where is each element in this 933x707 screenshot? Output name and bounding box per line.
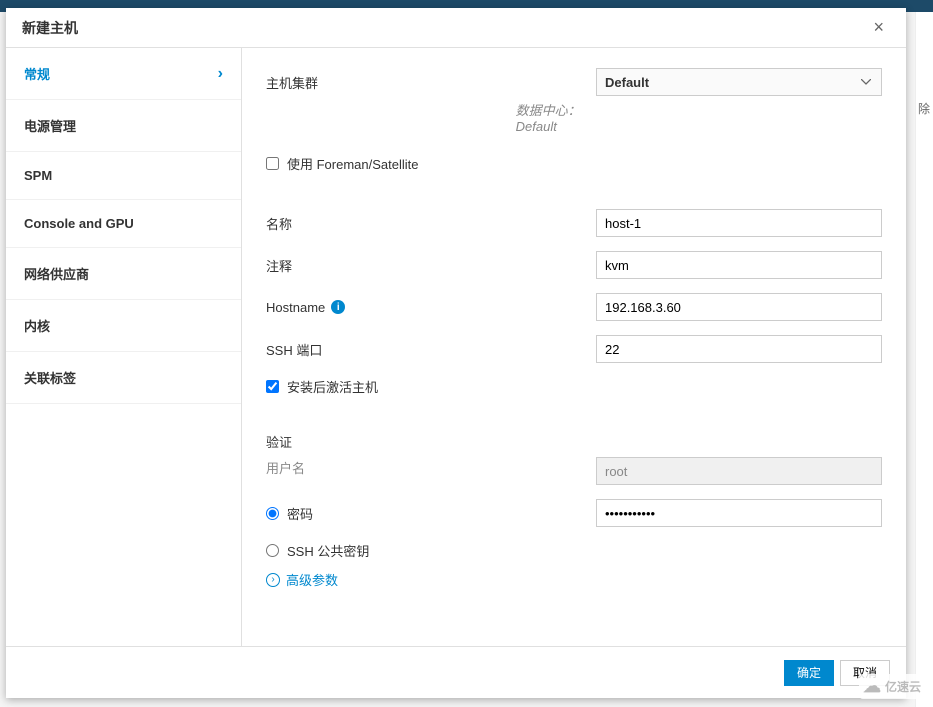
ssh-port-input[interactable] (596, 335, 882, 363)
row-ssh-port: SSH 端口 (266, 335, 882, 363)
comment-label: 注释 (266, 256, 596, 275)
sidebar-item-label: 常规 (24, 64, 50, 83)
auth-title: 验证 (266, 432, 882, 451)
password-radio-label[interactable]: 密码 (287, 504, 313, 523)
info-icon[interactable]: i (331, 300, 345, 314)
name-input[interactable] (596, 209, 882, 237)
username-label: 用户名 (266, 458, 596, 477)
activate-checkbox[interactable] (266, 380, 279, 393)
row-password: 密码 (266, 499, 882, 527)
password-radio[interactable] (266, 507, 279, 520)
background-strip: 除 (915, 12, 933, 707)
row-name: 名称 (266, 209, 882, 237)
sshkey-radio[interactable] (266, 544, 279, 557)
sidebar-item-tags[interactable]: 关联标签 (6, 352, 241, 404)
ssh-port-label: SSH 端口 (266, 340, 596, 359)
row-foreman: 使用 Foreman/Satellite (266, 154, 882, 173)
modal-header: 新建主机 × (6, 8, 906, 48)
modal-body: 常规 › 电源管理 SPM Console and GPU 网络供应商 内核 关… (6, 48, 906, 646)
comment-input[interactable] (596, 251, 882, 279)
row-sshkey: SSH 公共密钥 (266, 541, 882, 560)
sidebar: 常规 › 电源管理 SPM Console and GPU 网络供应商 内核 关… (6, 48, 242, 646)
cluster-select[interactable]: Default (596, 68, 882, 96)
activate-label[interactable]: 安装后激活主机 (287, 377, 378, 396)
username-input (596, 457, 882, 485)
modal-footer: 确定 取消 (6, 646, 906, 698)
chevron-right-icon: › (218, 65, 223, 83)
sidebar-item-label: 关联标签 (24, 368, 76, 387)
row-cluster: 主机集群 Default (266, 68, 882, 96)
foreman-label[interactable]: 使用 Foreman/Satellite (287, 154, 419, 173)
hostname-input[interactable] (596, 293, 882, 321)
close-button[interactable]: × (867, 13, 890, 42)
form-content: 主机集群 Default 数据中心：Default 使用 Foreman/Sat… (242, 48, 906, 646)
cluster-label: 主机集群 (266, 73, 596, 92)
sidebar-item-general[interactable]: 常规 › (6, 48, 241, 100)
ok-button[interactable]: 确定 (784, 660, 834, 686)
password-input[interactable] (596, 499, 882, 527)
name-label: 名称 (266, 214, 596, 233)
sidebar-item-console-gpu[interactable]: Console and GPU (6, 200, 241, 248)
sidebar-item-label: 电源管理 (24, 116, 76, 135)
row-hostname: Hostname i (266, 293, 882, 321)
sidebar-item-spm[interactable]: SPM (6, 152, 241, 200)
cloud-icon: ☁ (863, 676, 881, 697)
sshkey-radio-label[interactable]: SSH 公共密钥 (287, 541, 369, 560)
sidebar-item-label: SPM (24, 168, 52, 183)
sidebar-item-label: 网络供应商 (24, 264, 89, 283)
foreman-checkbox[interactable] (266, 157, 279, 170)
sidebar-item-label: Console and GPU (24, 216, 134, 231)
modal-title: 新建主机 (22, 18, 78, 38)
sidebar-item-power[interactable]: 电源管理 (6, 100, 241, 152)
advanced-params-link[interactable]: › 高级参数 (266, 570, 882, 589)
new-host-modal: 新建主机 × 常规 › 电源管理 SPM Console and GPU 网络供… (6, 8, 906, 698)
row-comment: 注释 (266, 251, 882, 279)
datacenter-info: 数据中心：Default (266, 100, 596, 134)
sidebar-item-network-provider[interactable]: 网络供应商 (6, 248, 241, 300)
peek-text: 除 (918, 100, 930, 117)
hostname-label: Hostname i (266, 300, 596, 315)
sidebar-item-label: 内核 (24, 316, 50, 335)
sidebar-item-kernel[interactable]: 内核 (6, 300, 241, 352)
row-username: 用户名 (266, 457, 882, 485)
watermark: ☁ 亿速云 (859, 674, 925, 699)
row-activate: 安装后激活主机 (266, 377, 882, 396)
expand-icon: › (266, 573, 280, 587)
